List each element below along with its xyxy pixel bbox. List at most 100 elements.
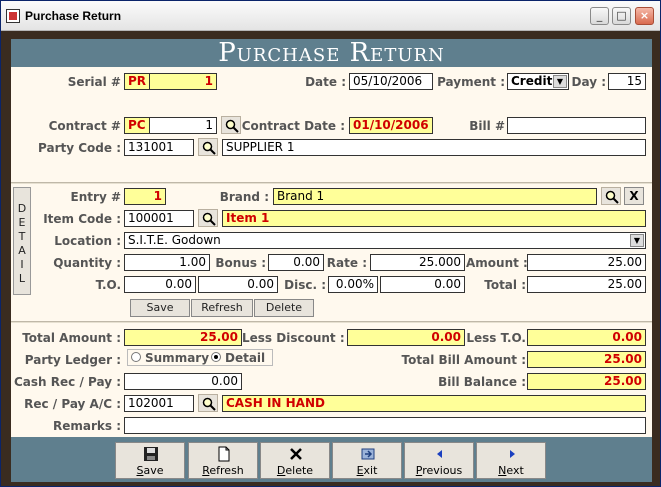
blank-page-icon xyxy=(218,446,230,462)
chevron-down-icon[interactable]: ▼ xyxy=(630,234,644,247)
date-label: Date : xyxy=(305,75,346,89)
disc-value-field[interactable]: 0.00 xyxy=(380,276,465,293)
remarks-field[interactable] xyxy=(124,417,646,434)
account-search-button[interactable] xyxy=(198,394,218,412)
page-title: Purchase Return xyxy=(11,39,652,67)
party-code-label: Party Code : xyxy=(38,141,121,155)
to-value-field[interactable]: 0.00 xyxy=(198,276,278,293)
delete-button[interactable]: Delete xyxy=(260,442,330,479)
account-name-field[interactable]: CASH IN HAND xyxy=(222,395,646,412)
detail-letter: I xyxy=(20,258,24,271)
divider xyxy=(11,182,652,184)
item-code-field[interactable]: 100001 xyxy=(124,210,194,227)
contract-date-label: Contract Date : xyxy=(241,119,345,133)
date-field[interactable]: 05/10/2006 xyxy=(349,73,433,90)
party-code-field[interactable]: 131001 xyxy=(124,139,194,156)
search-icon xyxy=(225,119,239,133)
contract-label: Contract # xyxy=(48,119,121,133)
contract-prefix-field[interactable]: PC xyxy=(124,117,150,134)
detail-refresh-button[interactable]: Refresh xyxy=(191,299,253,317)
cash-field[interactable]: 0.00 xyxy=(124,373,242,390)
summary-radio[interactable] xyxy=(131,352,141,362)
maximize-button[interactable]: □ xyxy=(612,7,631,25)
detail-letter: D xyxy=(17,202,27,215)
contract-date-field[interactable]: 01/10/2006 xyxy=(349,117,433,134)
app-icon xyxy=(6,9,20,23)
detail-toggle-button[interactable]: D E T A I L xyxy=(13,187,31,295)
total-bill-field[interactable]: 25.00 xyxy=(527,351,646,368)
account-code-field[interactable]: 102001 xyxy=(124,395,194,412)
remarks-label: Remarks : xyxy=(53,419,121,433)
detail-letter: E xyxy=(18,216,26,229)
day-field[interactable]: 15 xyxy=(608,73,646,90)
entry-label: Entry # xyxy=(70,190,121,204)
exit-button-label: Exit xyxy=(356,464,378,477)
brand-field[interactable]: Brand 1 xyxy=(273,188,597,205)
payment-select[interactable]: Credit ▼ xyxy=(507,73,569,90)
rate-label: Rate : xyxy=(326,256,367,270)
bonus-field[interactable]: 0.00 xyxy=(268,254,324,271)
search-icon xyxy=(202,141,216,155)
minimize-button[interactable]: _ xyxy=(590,7,609,25)
total-amount-field[interactable]: 25.00 xyxy=(124,329,242,346)
close-button[interactable]: × xyxy=(635,7,654,25)
amount-field[interactable]: 25.00 xyxy=(527,254,646,271)
next-button[interactable]: Next xyxy=(476,442,546,479)
footer-toolbar: Save Refresh Delete Exit Previous Next xyxy=(11,437,652,482)
payment-value: Credit xyxy=(511,74,553,88)
less-to-field[interactable]: 0.00 xyxy=(527,329,646,346)
less-discount-label: Less Discount : xyxy=(242,331,345,345)
contract-search-button[interactable] xyxy=(221,116,241,134)
quantity-field[interactable]: 1.00 xyxy=(124,254,210,271)
arrow-left-icon xyxy=(437,450,442,458)
contract-number-field[interactable]: 1 xyxy=(149,117,217,134)
bill-field[interactable] xyxy=(507,117,646,134)
item-code-label: Item Code : xyxy=(43,212,121,226)
arrow-right-icon xyxy=(510,450,515,458)
search-icon xyxy=(202,212,216,226)
detail-letter: T xyxy=(18,230,26,243)
next-button-label: Next xyxy=(498,464,524,477)
party-ledger-label: Party Ledger : xyxy=(24,353,121,367)
item-search-button[interactable] xyxy=(198,209,218,227)
serial-prefix-field[interactable]: PR xyxy=(124,73,150,90)
serial-number-field[interactable]: 1 xyxy=(149,73,217,90)
detail-radio-label: Detail xyxy=(225,351,266,365)
location-label: Location : xyxy=(54,234,121,248)
detail-delete-button[interactable]: Delete xyxy=(254,299,314,317)
window-title: Purchase Return xyxy=(25,9,122,23)
bonus-label: Bonus : xyxy=(215,256,266,270)
account-label: Rec / Pay A/C : xyxy=(24,397,121,411)
detail-save-button[interactable]: Save xyxy=(130,299,190,317)
disc-percent-field[interactable]: 0.00% xyxy=(328,276,378,293)
title-bar: Purchase Return _ □ × xyxy=(1,1,660,31)
save-button-label: Save xyxy=(136,464,164,477)
item-name-field[interactable]: Item 1 xyxy=(222,210,646,227)
rate-field[interactable]: 25.000 xyxy=(370,254,465,271)
payment-label: Payment : xyxy=(437,75,505,89)
brand-label: Brand : xyxy=(219,190,269,204)
chevron-down-icon[interactable]: ▼ xyxy=(553,75,567,88)
day-label: Day : xyxy=(571,75,607,89)
party-search-button[interactable] xyxy=(198,138,218,156)
clear-brand-button[interactable]: X xyxy=(624,187,644,205)
entry-field[interactable]: 1 xyxy=(124,188,166,205)
brand-search-button[interactable] xyxy=(601,187,621,205)
detail-letter: L xyxy=(18,272,26,285)
total-field[interactable]: 25.00 xyxy=(527,276,646,293)
save-button[interactable]: Save xyxy=(115,442,185,479)
quantity-label: Quantity : xyxy=(53,256,121,270)
bill-balance-field[interactable]: 25.00 xyxy=(527,373,646,390)
delete-x-icon xyxy=(290,448,302,460)
divider xyxy=(11,321,652,323)
exit-button[interactable]: Exit xyxy=(332,442,402,479)
refresh-button[interactable]: Refresh xyxy=(188,442,258,479)
party-name-field[interactable]: SUPPLIER 1 xyxy=(222,139,646,156)
location-select[interactable]: S.I.T.E. Godown ▼ xyxy=(124,232,646,249)
detail-radio[interactable] xyxy=(211,352,221,362)
form-panel: Purchase Return Serial # PR 1 Date : 05/… xyxy=(11,39,652,482)
to-percent-field[interactable]: 0.00 xyxy=(124,276,196,293)
previous-button-label: Previous xyxy=(415,464,463,477)
less-discount-field[interactable]: 0.00 xyxy=(347,329,465,346)
previous-button[interactable]: Previous xyxy=(404,442,474,479)
